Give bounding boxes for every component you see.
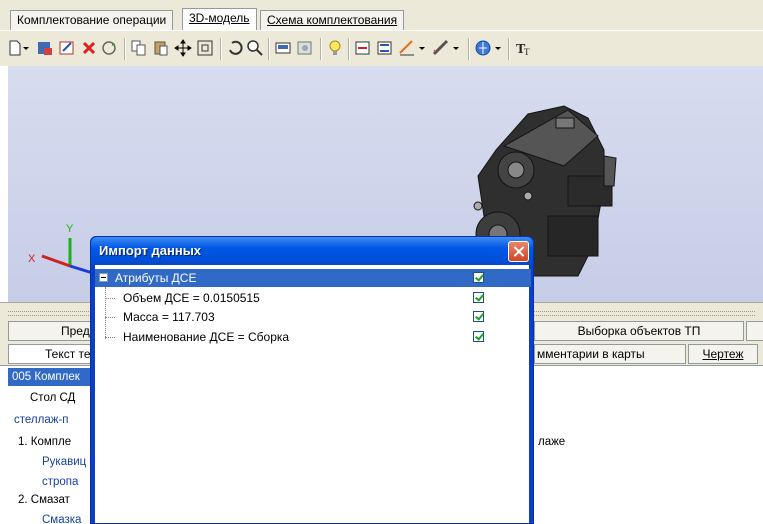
tree-item-mass[interactable]: Масса = 117.703	[95, 308, 531, 326]
close-button[interactable]	[508, 241, 529, 262]
checkbox[interactable]	[473, 272, 484, 283]
dropdown-icon[interactable]	[22, 39, 30, 57]
import-data-dialog: Импорт данных Атрибуты ДСЕ Объем ДСЕ = 0…	[90, 236, 534, 524]
list-item-continuation: лаже	[538, 436, 566, 448]
tree-root-row[interactable]: Атрибуты ДСЕ	[95, 269, 531, 287]
tree-item-label: Наименование ДСЕ = Сборка	[123, 330, 290, 344]
copy-icon[interactable]	[130, 39, 148, 57]
list-item[interactable]: 2. Смазат	[18, 494, 70, 506]
top-tab-strip: Комплектование операции 3D-модель Схема …	[0, 0, 763, 30]
fit-icon[interactable]	[196, 39, 214, 57]
axis-x-label: X	[28, 253, 36, 265]
list-item[interactable]: стропа	[42, 476, 78, 488]
ruler-icon[interactable]	[432, 39, 450, 57]
measure-icon[interactable]	[376, 39, 394, 57]
collapse-icon[interactable]	[99, 273, 108, 282]
list-item[interactable]: 1. Компле	[18, 436, 71, 448]
tree-item-name[interactable]: Наименование ДСЕ = Сборка	[95, 328, 531, 346]
dropdown-icon[interactable]	[452, 39, 460, 57]
bulb-icon[interactable]	[326, 39, 344, 57]
list-item[interactable]: стеллаж-п	[14, 414, 68, 426]
paste-icon[interactable]	[152, 39, 170, 57]
checkbox[interactable]	[473, 292, 484, 303]
tab-kitting-scheme-label: Схема комплектования	[267, 13, 398, 27]
refresh-icon[interactable]	[100, 39, 118, 57]
toolbar: TT	[0, 30, 763, 66]
svg-text:T: T	[524, 47, 530, 57]
globe-icon[interactable]	[474, 39, 492, 57]
tree-item-label: Масса = 117.703	[123, 310, 215, 324]
edit-icon[interactable]	[58, 39, 76, 57]
tab-operation-kitting[interactable]: Комплектование операции	[10, 10, 174, 30]
zoom-icon[interactable]	[246, 39, 264, 57]
tab-extra[interactable]	[746, 321, 763, 341]
rotate-icon[interactable]	[226, 39, 244, 57]
list-item[interactable]: Смазка	[42, 514, 81, 524]
grid-icon[interactable]	[398, 39, 416, 57]
tab-drawing[interactable]: Чертеж	[688, 344, 758, 364]
tab-3d-model-label: 3D-модель	[189, 11, 250, 25]
dropdown-icon[interactable]	[418, 39, 426, 57]
checkbox[interactable]	[473, 311, 484, 322]
checkbox[interactable]	[473, 331, 484, 342]
tree-item-label: Объем ДСЕ = 0.0150515	[123, 291, 260, 305]
font-icon[interactable]: TT	[514, 39, 532, 57]
tab-3d-model[interactable]: 3D-модель	[182, 8, 257, 30]
image-icon[interactable]	[296, 39, 314, 57]
delete-icon[interactable]	[80, 39, 98, 57]
move-icon[interactable]	[174, 39, 192, 57]
tree-root-label: Атрибуты ДСЕ	[113, 269, 199, 287]
attributes-tree: Атрибуты ДСЕ Объем ДСЕ = 0.0150515 Масса…	[95, 265, 531, 523]
tab-kitting-scheme[interactable]: Схема комплектования	[260, 10, 405, 30]
dialog-title: Импорт данных	[99, 243, 202, 258]
list-item[interactable]: Рукавиц	[42, 456, 86, 468]
save-icon[interactable]	[36, 39, 54, 57]
dropdown-icon[interactable]	[494, 39, 502, 57]
view-icon[interactable]	[274, 39, 292, 57]
tree-item-volume[interactable]: Объем ДСЕ = 0.0150515	[95, 289, 531, 307]
list-item[interactable]: Стол СД	[30, 392, 75, 404]
dialog-titlebar[interactable]: Импорт данных	[91, 237, 533, 265]
axis-y-label: Y	[66, 223, 74, 235]
tab-tp-objects-selection[interactable]: Выборка объектов ТП	[534, 321, 744, 341]
axis-triad: Y X	[28, 223, 97, 276]
insert-icon[interactable]	[354, 39, 372, 57]
tab-comments[interactable]: мментарии в карты	[534, 344, 686, 364]
